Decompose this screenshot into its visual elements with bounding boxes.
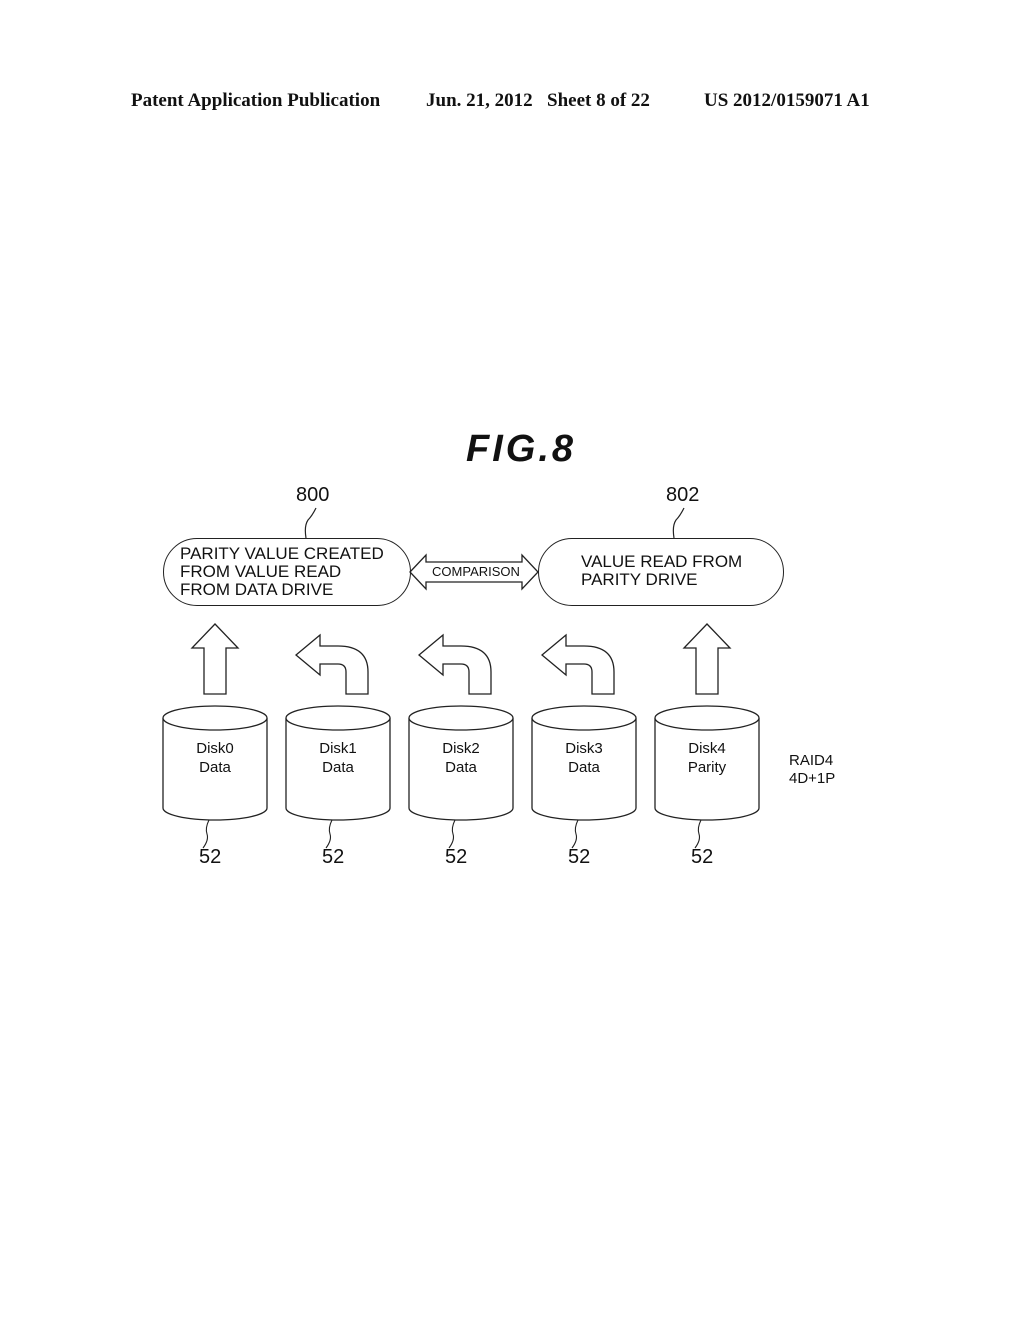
disk-label: Disk1 Data: [286, 739, 390, 777]
disk-ref-number: 52: [322, 846, 345, 868]
disk-ref-number: 52: [691, 846, 714, 868]
raid-level: RAID4: [789, 752, 834, 769]
curved-left-arrow-icon: [417, 633, 492, 695]
parity-created-line: PARITY VALUE CREATED: [180, 544, 384, 563]
up-arrow-icon: [682, 623, 732, 695]
disk-role: Data: [445, 759, 477, 776]
disk-leader-line: [694, 819, 702, 849]
disk-name: Disk1: [319, 740, 357, 757]
curved-left-arrow-icon: [540, 633, 615, 695]
disk-role: Data: [568, 759, 600, 776]
disk-name: Disk3: [565, 740, 603, 757]
parity-read-box: VALUE READ FROM PARITY DRIVE: [538, 538, 784, 606]
leader-line-802: [672, 507, 685, 539]
disk-label: Disk2 Data: [409, 739, 513, 777]
disk-name: Disk2: [442, 740, 480, 757]
disk-cylinder-0: [162, 705, 268, 849]
disk-label: Disk0 Data: [163, 739, 267, 777]
disk-leader-line: [448, 819, 456, 849]
parity-created-line: FROM VALUE READ: [180, 562, 342, 581]
parity-read-line: VALUE READ FROM: [581, 552, 743, 571]
disk-name: Disk0: [196, 740, 234, 757]
disk-cylinder-1: [285, 705, 391, 849]
disk-cylinder-3: [531, 705, 637, 849]
raid-label: RAID4 4D+1P: [789, 752, 835, 788]
ref-800: 800: [296, 484, 330, 506]
disk-role: Data: [322, 759, 354, 776]
leader-line-800: [304, 507, 317, 539]
disk-leader-line: [325, 819, 333, 849]
curved-left-arrow-icon: [294, 633, 369, 695]
disk-ref-number: 52: [445, 846, 468, 868]
disk-role: Data: [199, 759, 231, 776]
disk-leader-line: [202, 819, 210, 849]
parity-read-line: PARITY DRIVE: [581, 570, 698, 589]
disk-label: Disk4 Parity: [655, 739, 759, 777]
raid-config: 4D+1P: [789, 770, 836, 787]
disk-cylinder-2: [408, 705, 514, 849]
disk-label: Disk3 Data: [532, 739, 636, 777]
parity-created-box: PARITY VALUE CREATED FROM VALUE READ FRO…: [163, 538, 411, 606]
up-arrow-icon: [190, 623, 240, 695]
disk-leader-line: [571, 819, 579, 849]
disk-ref-number: 52: [199, 846, 222, 868]
disk-name: Disk4: [688, 740, 726, 757]
diagram-canvas: [162, 507, 760, 849]
disk-role: Parity: [687, 759, 727, 776]
parity-created-line: FROM DATA DRIVE: [180, 580, 334, 599]
disk-cylinder-4: [654, 705, 760, 849]
comparison-label: COMPARISON: [432, 564, 520, 579]
ref-802: 802: [666, 484, 700, 506]
disk-ref-number: 52: [568, 846, 591, 868]
